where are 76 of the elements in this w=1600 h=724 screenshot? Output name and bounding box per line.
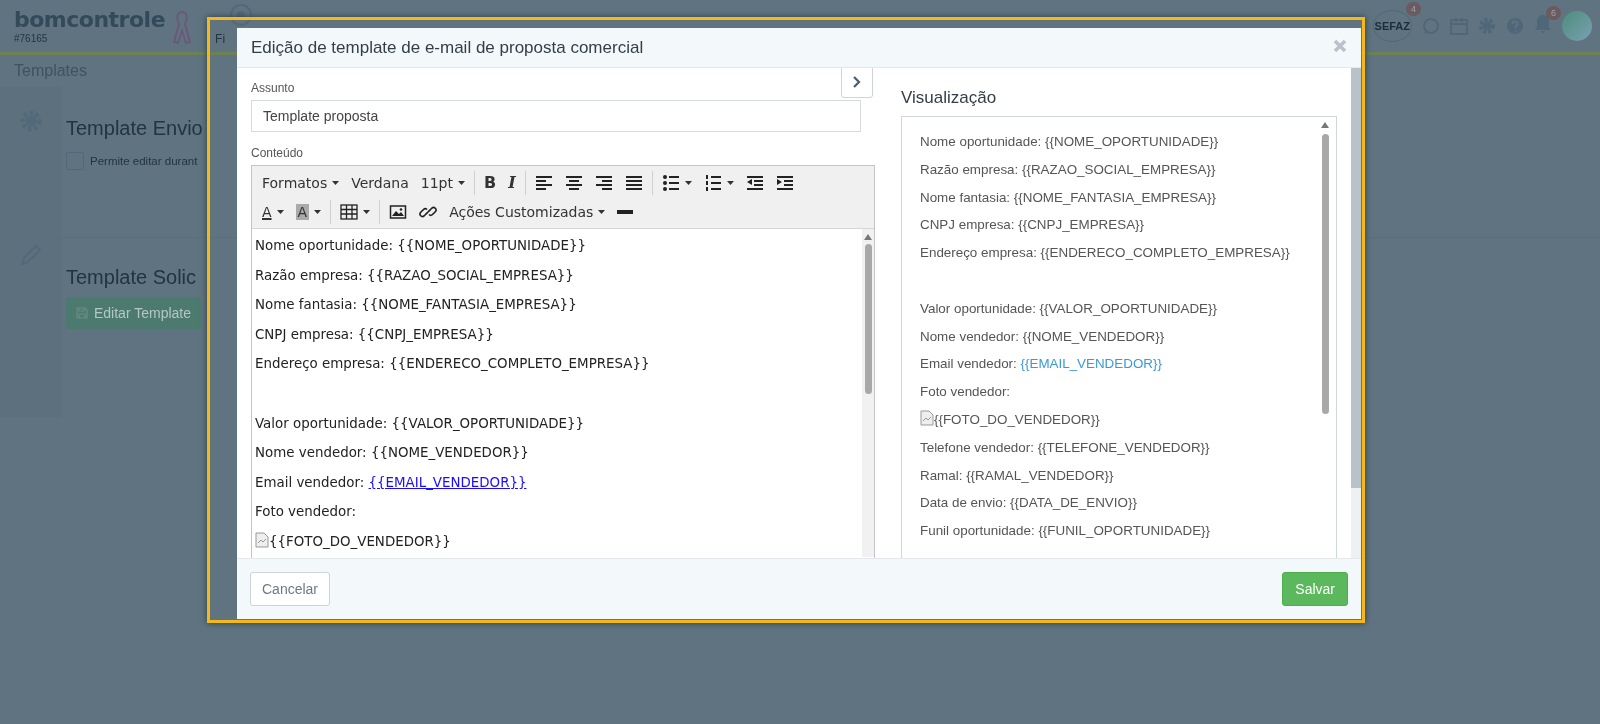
- outdent-icon: [745, 173, 764, 192]
- template-line: Data de envio: {{DATA_DE_ENVIO}}: [920, 495, 1137, 511]
- scroll-up-icon[interactable]: [1321, 122, 1329, 128]
- scrollbar[interactable]: [1351, 68, 1361, 558]
- template-line: Ramal: {{RAMAL_VENDEDOR}}: [920, 467, 1114, 483]
- template-line: Endereço empresa: {{ENDERECO_COMPLETO_EMPRESA}}: [920, 245, 1290, 261]
- template-line: Telefone vendedor: {{TELEFONE_VENDEDOR}}: [920, 439, 1210, 455]
- background-color-button[interactable]: A: [289, 200, 328, 223]
- cancel-button[interactable]: Cancelar: [250, 572, 331, 606]
- toolbar-menu[interactable]: Ações Customizadas: [443, 200, 612, 223]
- template-line: Razão empresa: {{RAZAO_SOCIAL_EMPRESA}}: [255, 267, 574, 283]
- caret-icon: [684, 180, 692, 185]
- template-line: Valor oportunidade: {{VALOR_OPORTUNIDADE}}: [255, 415, 585, 431]
- ribbon-icon: [173, 10, 192, 44]
- template-line: Endereço empresa: {{ENDERECO_COMPLETO_EMPRESA}}: [255, 356, 650, 372]
- align-left-icon: [534, 173, 553, 192]
- scroll-up-icon[interactable]: [864, 234, 872, 240]
- template-line-label: Email vendedor:: [920, 356, 1017, 372]
- chevron-right-icon: [853, 76, 861, 88]
- broken-image-icon: [255, 531, 269, 548]
- template-line: Valor oportunidade: {{VALOR_OPORTUNIDADE}}: [920, 300, 1217, 316]
- image-alt-text: {{FOTO_DO_VENDEDOR}}: [269, 533, 451, 549]
- email-link[interactable]: {{EMAIL_VENDEDOR}}: [368, 474, 527, 490]
- rich-text-editor[interactable]: [251, 165, 875, 558]
- template-line: CNPJ empresa: {{CNPJ_EMPRESA}}: [255, 326, 494, 342]
- section-title: Template Envio: [66, 117, 203, 140]
- caret-icon: [598, 209, 606, 214]
- text-color-button[interactable]: A: [256, 200, 290, 223]
- save-icon: [76, 307, 88, 319]
- subject-field[interactable]: Template proposta: [251, 100, 861, 132]
- caret-icon: [457, 180, 465, 185]
- caret-icon: [363, 209, 371, 214]
- bullet-list-icon: [661, 173, 680, 192]
- caret-icon: [726, 180, 734, 185]
- align-right-icon: [594, 173, 613, 192]
- align-justify-icon: [624, 173, 643, 192]
- template-line: CNPJ empresa: {{CNPJ_EMPRESA}}: [920, 217, 1145, 233]
- template-line: Nome vendedor: {{NOME_VENDEDOR}}: [255, 445, 529, 461]
- section-title: Template Solic: [66, 266, 197, 289]
- template-line: Nome fantasia: {{NOME_FANTASIA_EMPRESA}}: [255, 297, 577, 313]
- font-select[interactable]: Verdana: [345, 171, 415, 194]
- table-icon: [340, 202, 359, 221]
- close-icon: [1333, 39, 1347, 53]
- align-center-icon: [564, 173, 583, 192]
- number-list-icon: [703, 173, 722, 192]
- field-label: Conteúdo: [251, 146, 304, 160]
- count-badge: 6: [1546, 6, 1561, 20]
- template-line: Nome oportunidade: {{NOME_OPORTUNIDADE}}: [920, 134, 1219, 149]
- broken-image-icon: [920, 409, 934, 426]
- account-number: #76165: [14, 33, 49, 44]
- template-line-label: Email vendedor:: [255, 474, 365, 490]
- template-line: Nome vendedor: {{NOME_VENDEDOR}}: [920, 328, 1165, 344]
- image-alt-text: {{FOTO_DO_VENDEDOR}}: [934, 411, 1100, 427]
- expand-button[interactable]: [841, 68, 873, 98]
- toolbar-menu[interactable]: Formatos: [256, 171, 346, 194]
- count-badge: 4: [1406, 2, 1421, 16]
- template-line: Foto vendedor:: [255, 504, 356, 520]
- template-line: Funil oportunidade: {{FUNIL_OPORTUNIDADE}}: [920, 523, 1211, 539]
- caret-icon: [314, 209, 322, 214]
- field-label: Assunto: [251, 81, 295, 95]
- template-line: Nome oportunidade: {{NOME_OPORTUNIDADE}}: [255, 238, 587, 253]
- template-line: Nome fantasia: {{NOME_FANTASIA_EMPRESA}}: [920, 189, 1216, 205]
- indent-icon: [775, 173, 794, 192]
- caret-icon: [276, 209, 284, 214]
- scrollbar[interactable]: [862, 229, 874, 557]
- checkbox-label: Permite editar durant: [90, 155, 198, 167]
- dialog-title: Edição de template de e-mail de proposta comercial: [251, 37, 644, 58]
- template-line: Razão empresa: {{RAZAO_SOCIAL_EMPRESA}}: [920, 161, 1216, 177]
- preview-title: Visualização: [901, 88, 998, 108]
- nav-icon[interactable]: [230, 4, 253, 26]
- italic-button[interactable]: I: [502, 170, 522, 195]
- template-line: Foto vendedor:: [920, 384, 1011, 400]
- image-icon: [389, 202, 408, 221]
- bold-button[interactable]: B: [477, 170, 503, 195]
- caret-icon: [332, 180, 340, 185]
- toolbar-menu[interactable]: 11pt: [414, 171, 471, 194]
